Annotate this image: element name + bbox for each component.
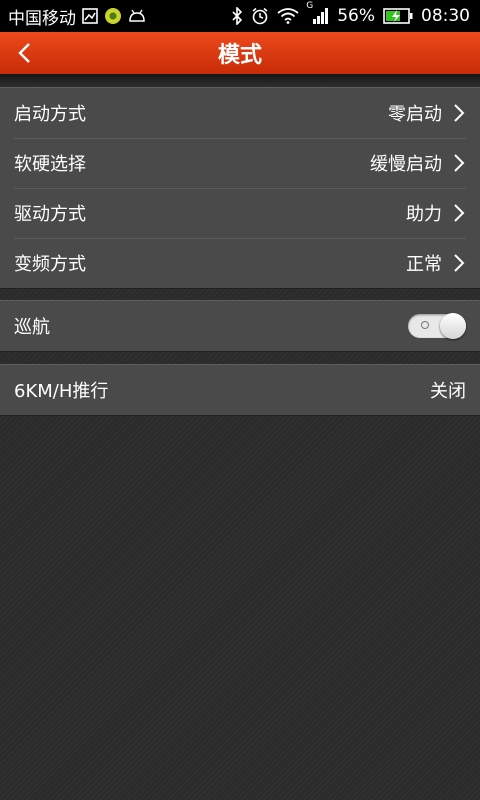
- setting-label: 软硬选择: [14, 154, 86, 175]
- chevron-right-icon: [452, 153, 466, 173]
- battery-icon: [383, 8, 413, 24]
- chevron-left-icon: [17, 42, 31, 64]
- setting-row-cruise: 巡航: [0, 301, 480, 351]
- setting-label: 驱动方式: [14, 204, 86, 225]
- setting-row-drive-mode[interactable]: 驱动方式 助力: [0, 188, 480, 238]
- settings-group-cruise: 巡航: [0, 300, 480, 352]
- chevron-right-icon: [452, 103, 466, 123]
- signal-icon: G: [306, 1, 329, 25]
- toggle-knob: [440, 313, 466, 339]
- alarm-icon: [251, 7, 269, 25]
- setting-value: 正常: [406, 254, 442, 275]
- setting-label: 变频方式: [14, 254, 86, 275]
- chevron-right-icon: [452, 203, 466, 223]
- title-bar: 模式: [0, 32, 480, 74]
- header-shadow: [0, 74, 480, 86]
- status-bar: 中国移动 G 56% 08:30: [0, 0, 480, 32]
- setting-row-frequency-mode[interactable]: 变频方式 正常: [0, 238, 480, 288]
- setting-value: 关闭: [430, 381, 466, 402]
- carrier-name: 中国移动: [8, 8, 76, 29]
- wifi-icon: [277, 8, 299, 24]
- toggle-off-indicator: [421, 321, 429, 329]
- setting-row-softness[interactable]: 软硬选择 缓慢启动: [0, 138, 480, 188]
- back-button[interactable]: [0, 32, 48, 74]
- android-icon: [128, 9, 146, 23]
- setting-value: 助力: [406, 204, 442, 225]
- image-icon: [82, 8, 98, 24]
- setting-label: 6KM/H推行: [14, 381, 109, 402]
- signal-type-label: G: [306, 1, 314, 11]
- bluetooth-icon: [231, 7, 243, 25]
- settings-group-modes: 启动方式 零启动 软硬选择 缓慢启动 驱动方式 助力 变频方式 正常: [0, 87, 480, 289]
- setting-row-start-mode[interactable]: 启动方式 零启动: [0, 88, 480, 138]
- cruise-toggle[interactable]: [408, 313, 466, 339]
- page-title: 模式: [217, 43, 262, 68]
- setting-value: 零启动: [388, 104, 442, 125]
- battery-percent: 56%: [337, 6, 375, 26]
- clock-time: 08:30: [421, 6, 470, 26]
- chevron-right-icon: [452, 253, 466, 273]
- setting-row-push-assist[interactable]: 6KM/H推行 关闭: [0, 365, 480, 415]
- settings-group-push: 6KM/H推行 关闭: [0, 364, 480, 416]
- setting-label: 启动方式: [14, 104, 86, 125]
- setting-value: 缓慢启动: [370, 154, 442, 175]
- app-badge-icon: [104, 7, 122, 25]
- setting-label: 巡航: [14, 317, 50, 338]
